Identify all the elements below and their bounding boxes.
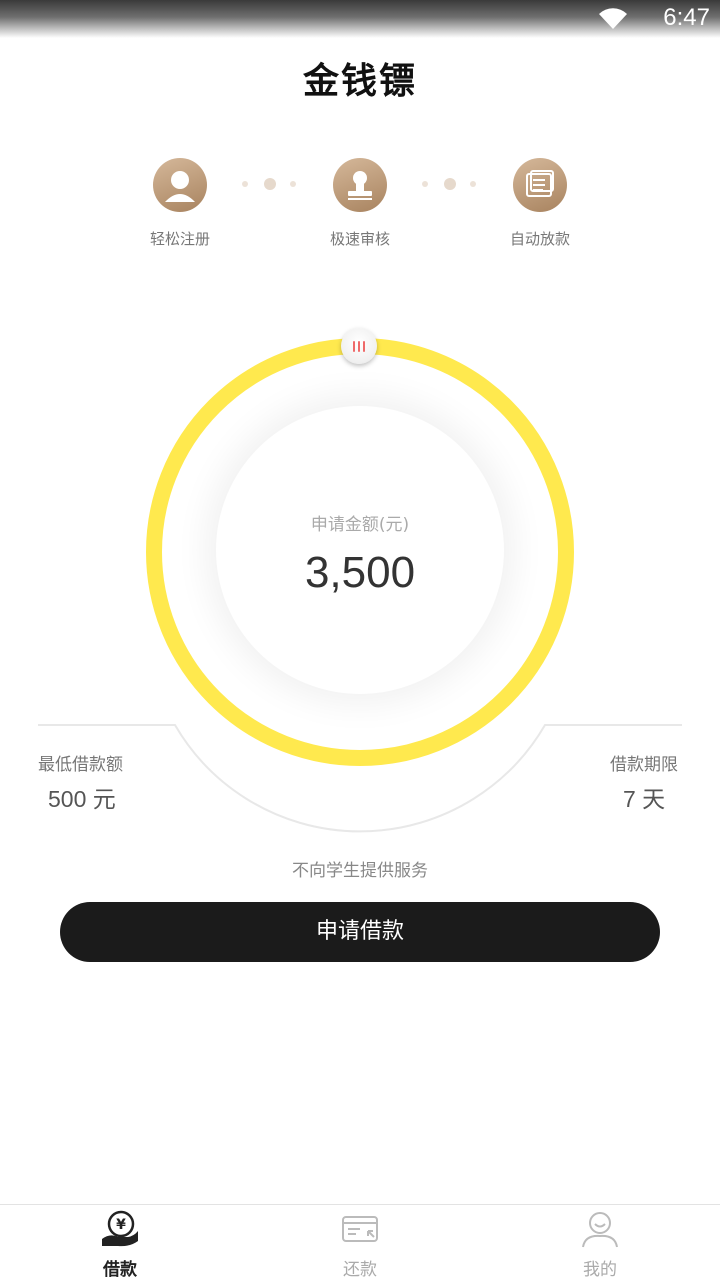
svg-text:¥: ¥ bbox=[116, 1217, 126, 1233]
step-label: 极速审核 bbox=[329, 230, 390, 248]
amount-value: 3,500 bbox=[304, 548, 416, 597]
step-register: 轻松注册 bbox=[125, 158, 235, 249]
wifi-icon bbox=[599, 8, 627, 29]
loan-yen-icon: ¥ bbox=[102, 1210, 138, 1247]
amount-label: 申请金额(元) bbox=[310, 515, 410, 535]
money-stack-icon bbox=[513, 158, 567, 212]
loan-term-label: 借款期限 bbox=[610, 755, 678, 775]
profile-icon bbox=[582, 1212, 618, 1248]
tab-loan[interactable]: ¥ 借款 bbox=[0, 1205, 240, 1281]
step-review: 极速审核 bbox=[305, 158, 415, 249]
step-dots bbox=[420, 178, 480, 192]
loan-term-value: 7 天 bbox=[623, 786, 666, 812]
step-dots bbox=[240, 178, 300, 192]
student-notice: 不向学生提供服务 bbox=[292, 861, 428, 881]
amount-dial: 申请金额(元) 3,500 bbox=[0, 300, 720, 860]
step-label: 自动放款 bbox=[509, 230, 570, 248]
status-time: 6:47 bbox=[663, 4, 710, 31]
amount-slider-handle[interactable] bbox=[341, 328, 377, 364]
status-bar: 6:47 bbox=[0, 0, 720, 38]
min-amount-value: 500 元 bbox=[48, 786, 116, 812]
apply-loan-button[interactable]: 申请借款 bbox=[60, 902, 660, 962]
tab-label: 还款 bbox=[343, 1260, 377, 1280]
tab-bar: ¥ 借款 还款 我的 bbox=[0, 1204, 720, 1281]
repay-card-icon bbox=[342, 1216, 378, 1242]
min-amount-label: 最低借款额 bbox=[38, 755, 123, 775]
tab-label: 借款 bbox=[103, 1260, 137, 1280]
step-payout: 自动放款 bbox=[485, 158, 595, 249]
app-title: 金钱镖 bbox=[302, 61, 417, 102]
step-label: 轻松注册 bbox=[149, 230, 210, 248]
tab-label: 我的 bbox=[583, 1260, 617, 1280]
user-icon bbox=[153, 158, 207, 212]
stamp-icon bbox=[333, 158, 387, 212]
tab-repay[interactable]: 还款 bbox=[240, 1205, 480, 1281]
tab-mine[interactable]: 我的 bbox=[480, 1205, 720, 1281]
